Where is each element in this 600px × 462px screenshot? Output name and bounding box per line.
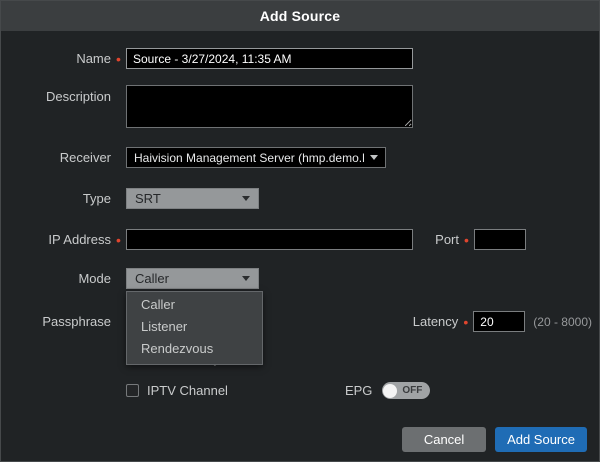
chevron-down-icon <box>242 196 250 201</box>
epg-label: EPG <box>345 383 372 398</box>
description-label: Description <box>29 85 111 104</box>
mode-dropdown-list: Caller Listener Rendezvous <box>126 291 263 365</box>
required-dot: • <box>459 233 474 247</box>
description-textarea[interactable] <box>126 85 413 128</box>
cancel-button[interactable]: Cancel <box>402 427 486 452</box>
description-row: Description <box>1 85 599 128</box>
port-input[interactable] <box>474 229 526 250</box>
type-select[interactable]: SRT <box>126 188 259 209</box>
latency-hint: (20 - 8000) <box>533 315 592 329</box>
add-source-dialog: Add Source Name • Description Receiver H… <box>0 0 600 462</box>
ip-address-input[interactable] <box>126 229 413 250</box>
mode-value: Caller <box>135 271 169 286</box>
toggle-state: OFF <box>402 385 422 396</box>
dialog-header: Add Source <box>1 1 599 31</box>
latency-input[interactable] <box>473 311 525 332</box>
name-row: Name • <box>1 48 599 69</box>
receiver-row: Receiver Haivision Management Server (hm… <box>1 147 599 168</box>
type-value: SRT <box>135 191 161 206</box>
passphrase-row: Passphrase Latency • (20 - 8000) <box>1 311 599 332</box>
mode-row: Mode Caller Caller Listener Rendezvous <box>1 268 599 289</box>
dialog-title: Add Source <box>260 8 341 24</box>
iptv-channel-row: IPTV Channel EPG OFF <box>1 382 599 399</box>
toggle-knob <box>383 384 397 398</box>
ip-address-row: IP Address • Port • <box>1 229 599 250</box>
type-row: Type SRT <box>1 188 599 209</box>
dialog-footer: Cancel Add Source <box>402 427 587 452</box>
epg-toggle[interactable]: OFF <box>382 382 430 399</box>
required-dot: • <box>111 233 126 247</box>
ip-address-label: IP Address <box>29 232 111 247</box>
iptv-channel-label: IPTV Channel <box>147 383 228 398</box>
required-dot: • <box>111 52 126 66</box>
mode-select[interactable]: Caller <box>126 268 259 289</box>
name-input[interactable] <box>126 48 413 69</box>
required-dot: • <box>458 315 473 329</box>
type-label: Type <box>29 191 111 206</box>
mode-option-rendezvous[interactable]: Rendezvous <box>127 338 262 360</box>
mode-label: Mode <box>29 271 111 286</box>
port-label: Port <box>435 232 459 247</box>
receiver-label: Receiver <box>29 150 111 165</box>
passphrase-label: Passphrase <box>29 314 111 329</box>
receiver-value: Haivision Management Server (hmp.demo.ha… <box>134 151 364 165</box>
latency-label: Latency <box>413 314 459 329</box>
receiver-select[interactable]: Haivision Management Server (hmp.demo.ha… <box>126 147 386 168</box>
chevron-down-icon <box>370 155 378 160</box>
mode-option-caller[interactable]: Caller <box>127 294 262 316</box>
name-label: Name <box>29 51 111 66</box>
low-latency-row: Low Latency ? <box>1 351 599 366</box>
mode-option-listener[interactable]: Listener <box>127 316 262 338</box>
add-source-button[interactable]: Add Source <box>495 427 587 452</box>
chevron-down-icon <box>242 276 250 281</box>
iptv-channel-checkbox[interactable] <box>126 384 139 397</box>
